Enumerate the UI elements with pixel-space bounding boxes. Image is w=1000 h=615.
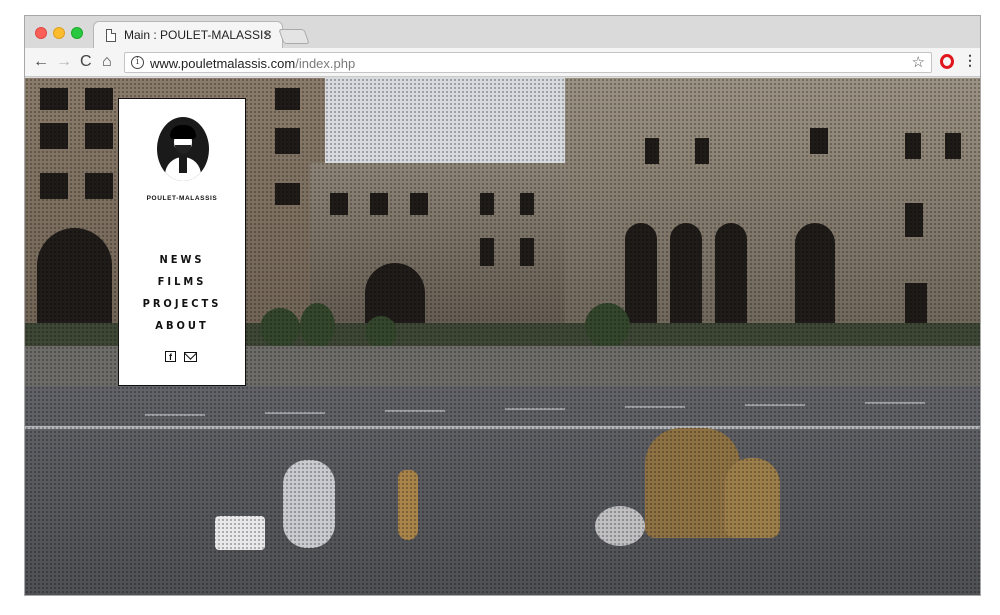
bookmark-star-icon[interactable]: ☆ [912,53,925,71]
minimize-window-button[interactable] [53,27,65,39]
new-tab-button[interactable] [278,29,310,44]
bush [300,303,335,348]
nav-films[interactable]: FILMS [119,271,245,293]
road [25,386,980,595]
address-bar[interactable]: i www.pouletmalassis.com/index.php ☆ [124,52,932,73]
forward-button[interactable]: → [56,52,72,72]
nav-about[interactable]: ABOUT [119,315,245,337]
snare-drum [215,516,265,550]
french-horn [595,506,645,546]
main-nav: NEWS FILMS PROJECTS ABOUT [119,249,245,337]
url-path: /index.php [295,56,356,71]
bass-drum [283,460,335,548]
tab-close-icon[interactable]: × [264,26,272,42]
page-viewport: POULET-MALASSIS NEWS FILMS PROJECTS ABOU… [25,78,980,595]
portrait-logo-icon[interactable] [157,117,209,181]
info-icon[interactable]: i [131,56,144,69]
browser-toolbar: ← → C ⌂ i www.pouletmalassis.com/index.p… [25,48,980,77]
nav-panel: POULET-MALASSIS NEWS FILMS PROJECTS ABOU… [118,98,246,386]
reload-button[interactable]: C [80,52,92,72]
brand-name[interactable]: POULET-MALASSIS [119,195,245,202]
mail-icon[interactable] [184,352,197,362]
bush [585,303,630,348]
maximize-window-button[interactable] [71,27,83,39]
tuba [725,458,780,538]
nav-news[interactable]: NEWS [119,249,245,271]
browser-window: Main : POULET-MALASSIS × ← → C ⌂ i www.p… [24,15,981,596]
tab-main[interactable]: Main : POULET-MALASSIS × [93,21,283,49]
trumpet [398,470,418,540]
tab-title: Main : POULET-MALASSIS [124,28,272,42]
nav-projects[interactable]: PROJECTS [119,293,245,315]
building-right [565,78,980,348]
menu-icon[interactable]: ⋮ [963,52,977,69]
url-host: www.pouletmalassis.com [150,56,296,71]
social-links: f [165,351,205,365]
url-text[interactable]: www.pouletmalassis.com/index.php [150,56,355,71]
tab-bar: Main : POULET-MALASSIS × [25,16,980,49]
bush [365,316,397,348]
back-button[interactable]: ← [33,52,49,72]
bush [260,308,300,348]
page-icon [106,29,116,42]
home-button[interactable]: ⌂ [102,52,112,72]
close-window-button[interactable] [35,27,47,39]
facebook-icon[interactable]: f [165,351,176,362]
opera-extension-icon[interactable] [940,54,954,69]
